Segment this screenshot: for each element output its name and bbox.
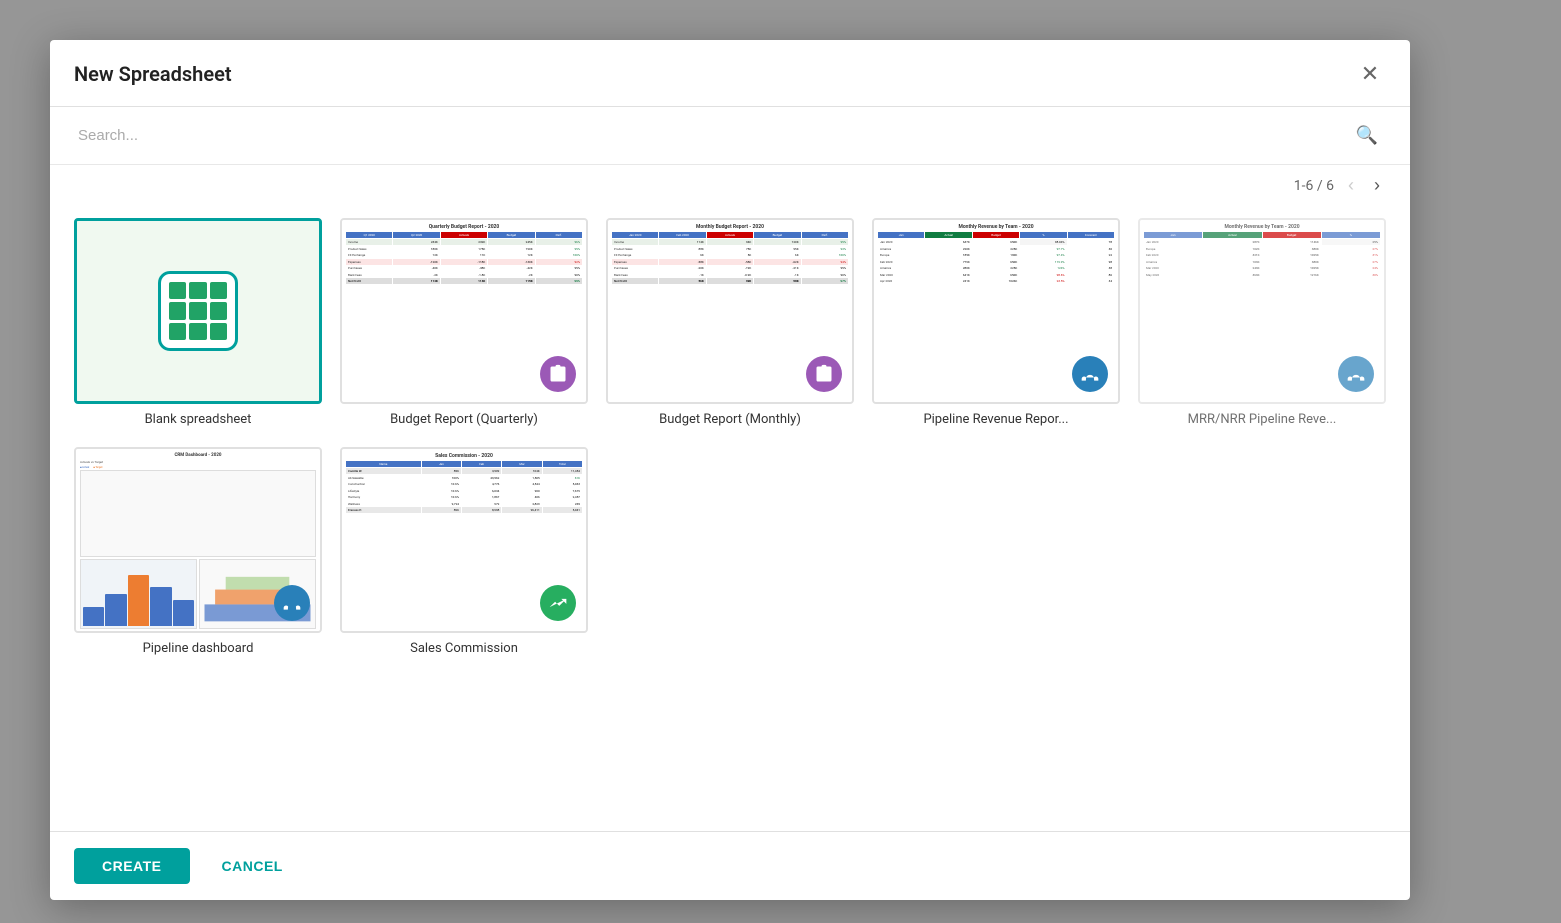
template-blank[interactable]: Blank spreadsheet <box>74 218 322 427</box>
dash-bottom-bar <box>80 559 197 629</box>
badge-sales-commission <box>540 585 576 621</box>
template-pipeline-dashboard-label: Pipeline dashboard <box>74 641 322 656</box>
blank-grid-icon <box>158 271 238 351</box>
template-sales-commission-preview: Sales Commission - 2020 Name Jan Feb Mar… <box>340 447 588 633</box>
dash-bar-chart-area <box>80 470 316 557</box>
ss-title-quarterly: Quarterly Budget Report - 2020 <box>346 224 582 230</box>
ss-header-mrr: Jan Actual Budget % <box>1144 232 1380 238</box>
template-grid: Blank spreadsheet Quarterly Budget Repor… <box>50 206 1410 831</box>
close-button[interactable]: ✕ <box>1354 58 1386 90</box>
template-pipeline-dashboard[interactable]: CRM Dashboard - 2020 Actuals vs Target ■… <box>74 447 322 656</box>
sh-act: Actuals <box>441 232 487 238</box>
ss-title-mrr: Monthly Revenue by Team - 2020 <box>1144 224 1380 230</box>
sh-pct: Perf. <box>536 232 582 238</box>
badge-pipeline-revenue <box>1072 356 1108 392</box>
sh-bud: Budget <box>488 232 534 238</box>
grid-cell-3 <box>210 282 227 299</box>
ss-row-5: Purchases -40K -38K -42K 95% <box>346 265 582 271</box>
template-blank-preview <box>74 218 322 404</box>
grid-cell-6 <box>210 302 227 319</box>
blank-grid-inner <box>169 282 227 340</box>
template-budget-monthly-label: Budget Report (Monthly) <box>606 412 854 427</box>
template-pipeline-dashboard-preview: CRM Dashboard - 2020 Actuals vs Target ■… <box>74 447 322 633</box>
template-budget-quarterly[interactable]: Quarterly Budget Report - 2020 Q1 2020 Q… <box>340 218 588 427</box>
dash-title: CRM Dashboard - 2020 <box>80 453 316 458</box>
template-budget-monthly-preview: Monthly Budget Report - 2020 Jan 2020 Fe… <box>606 218 854 404</box>
template-budget-monthly[interactable]: Monthly Budget Report - 2020 Jan 2020 Fe… <box>606 218 854 427</box>
search-container: 🔍 <box>50 107 1410 165</box>
template-mrr-nrr-label: MRR/NRR Pipeline Reve... <box>1138 412 1386 427</box>
sh-q2: Q2 2020 <box>393 232 439 238</box>
template-budget-quarterly-preview: Quarterly Budget Report - 2020 Q1 2020 Q… <box>340 218 588 404</box>
dash-legend: ■ Actual ■ Target <box>80 466 316 469</box>
grid-cell-5 <box>189 302 206 319</box>
template-budget-quarterly-label: Budget Report (Quarterly) <box>340 412 588 427</box>
dash-subtitle: Actuals vs Target <box>80 460 316 464</box>
blank-icon-container <box>77 221 319 401</box>
modal-title: New Spreadsheet <box>74 62 232 86</box>
badge-budget-monthly <box>806 356 842 392</box>
grid-cell-2 <box>189 282 206 299</box>
template-sales-commission-label: Sales Commission <box>340 641 588 656</box>
template-mrr-nrr-preview: Monthly Revenue by Team - 2020 Jan Actua… <box>1138 218 1386 404</box>
template-mrr-nrr[interactable]: Monthly Revenue by Team - 2020 Jan Actua… <box>1138 218 1386 427</box>
next-page-button[interactable]: › <box>1368 173 1386 198</box>
grid-cell-8 <box>189 323 206 340</box>
template-pipeline-revenue-label: Pipeline Revenue Repor... <box>872 412 1120 427</box>
close-icon: ✕ <box>1361 61 1379 87</box>
ss-row-1: Income 234K 232K 245K 96% <box>346 239 582 245</box>
ss-title-monthly: Monthly Budget Report - 2020 <box>612 224 848 230</box>
ss-title-sales: Sales Commission - 2020 <box>346 453 582 459</box>
template-sales-commission[interactable]: Sales Commission - 2020 Name Jan Feb Mar… <box>340 447 588 656</box>
ss-row-2: Product Sales 180K 175K 190K 95% <box>346 246 582 252</box>
dash-bar-chart <box>80 470 316 557</box>
ss-row-4: Expenses -120K -118K -130K 92% <box>346 259 582 265</box>
ss-header-sales: Name Jan Feb Mar Total <box>346 461 582 467</box>
create-button[interactable]: CREATE <box>74 848 190 884</box>
pagination-label: 1-6 / 6 <box>1294 178 1334 194</box>
pagination-bar: 1-6 / 6 ‹ › <box>50 165 1410 206</box>
template-blank-label: Blank spreadsheet <box>74 412 322 427</box>
grid-cell-1 <box>169 282 186 299</box>
ss-header-quarterly: Q1 2020 Q2 2020 Actuals Budget Perf. <box>346 232 582 238</box>
ss-header-pipeline: Jan Actual Budget % Forecast <box>878 232 1114 238</box>
new-spreadsheet-modal: New Spreadsheet ✕ 🔍 1-6 / 6 ‹ › <box>50 40 1410 900</box>
template-pipeline-revenue[interactable]: Monthly Revenue by Team - 2020 Jan Actua… <box>872 218 1120 427</box>
ss-title-pipeline: Monthly Revenue by Team - 2020 <box>878 224 1114 230</box>
ss-row-6: Bank Fees -2K -1.8K -2K 90% <box>346 272 582 278</box>
grid-cell-9 <box>210 323 227 340</box>
badge-pipeline-dashboard <box>274 585 310 621</box>
search-icon: 🔍 <box>1356 125 1378 146</box>
ss-row-3: FX Exchange 12K 11K 12K 100% <box>346 252 582 258</box>
template-pipeline-revenue-preview: Monthly Revenue by Team - 2020 Jan Actua… <box>872 218 1120 404</box>
grid-cell-7 <box>169 323 186 340</box>
ss-header-monthly: Jan 2020 Feb 2020 Actuals Budget Perf. <box>612 232 848 238</box>
modal-footer: CREATE CANCEL <box>50 831 1410 900</box>
cancel-button[interactable]: CANCEL <box>202 848 303 884</box>
grid-cell-4 <box>169 302 186 319</box>
badge-mrr-nrr <box>1338 356 1374 392</box>
search-input[interactable] <box>74 123 1386 148</box>
badge-budget-quarterly <box>540 356 576 392</box>
sh-q1: Q1 2020 <box>346 232 392 238</box>
ss-row-net: Net Profit 114K 114K 115K 99% <box>346 278 582 284</box>
prev-page-button[interactable]: ‹ <box>1342 173 1360 198</box>
modal-header: New Spreadsheet ✕ <box>50 40 1410 107</box>
